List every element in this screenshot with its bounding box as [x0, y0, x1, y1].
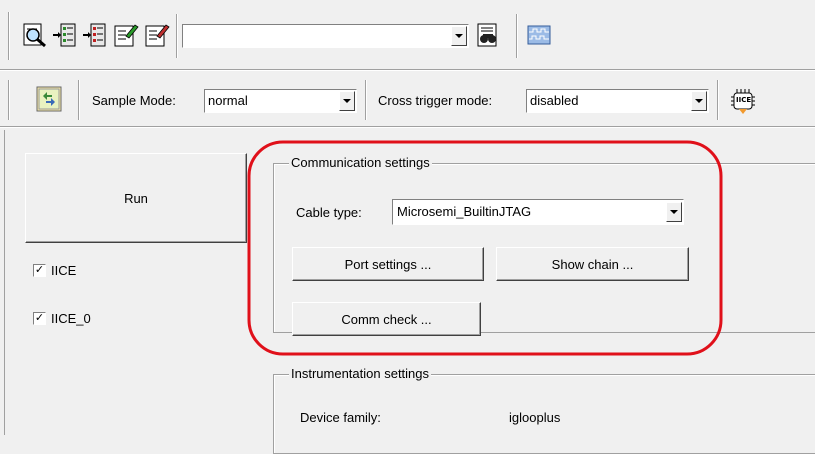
- toolbar-separator: [78, 80, 80, 120]
- remove-instrument-icon[interactable]: [82, 22, 108, 48]
- search-combo[interactable]: [182, 24, 469, 48]
- instrumentation-settings-title: Instrumentation settings: [289, 366, 432, 381]
- chevron-down-icon[interactable]: [451, 26, 467, 46]
- toolbar-separator: [8, 80, 10, 120]
- sample-mode-value: normal: [208, 93, 248, 108]
- toolbar-separator: [176, 14, 178, 58]
- run-button-label: Run: [124, 190, 148, 206]
- checkmark-icon: ✓: [34, 312, 45, 324]
- iice-chip-label: IICE: [736, 96, 752, 104]
- cross-trigger-select[interactable]: disabled: [526, 89, 709, 113]
- highlight-outline: [247, 140, 723, 356]
- sampling-toolbar: Sample Mode: normal Cross trigger mode: …: [0, 72, 815, 128]
- cross-trigger-value: disabled: [530, 93, 579, 108]
- iice-0-checkbox-label: IICE_0: [51, 311, 91, 326]
- edit-trigger-icon[interactable]: [113, 22, 139, 48]
- iice-checkbox[interactable]: ✓: [33, 264, 46, 277]
- run-button[interactable]: Run: [25, 153, 247, 243]
- waveform-icon[interactable]: [526, 22, 552, 48]
- open-file-icon[interactable]: [22, 22, 48, 48]
- add-instrument-icon[interactable]: [52, 22, 78, 48]
- toolbar-separator: [717, 80, 719, 120]
- iice-checkbox-label: IICE: [51, 263, 77, 278]
- sampling-bottom-divider: [0, 126, 815, 128]
- sample-mode-select[interactable]: normal: [204, 89, 357, 113]
- cross-trigger-label: Cross trigger mode:: [378, 93, 493, 108]
- iice-0-checkbox[interactable]: ✓: [33, 312, 46, 325]
- chevron-down-icon[interactable]: [339, 91, 355, 111]
- checkmark-icon: ✓: [34, 264, 45, 276]
- chevron-down-icon[interactable]: [691, 91, 707, 111]
- sample-mode-label: Sample Mode:: [92, 93, 176, 108]
- toolbar-bottom-divider: [0, 69, 815, 71]
- top-toolbar: [0, 0, 815, 71]
- sampling-options-icon[interactable]: [36, 86, 62, 112]
- device-family-value: iglooplus: [509, 410, 561, 425]
- find-icon[interactable]: [475, 22, 501, 48]
- edit-watch-icon[interactable]: [144, 22, 170, 48]
- device-family-label: Device family:: [300, 410, 381, 425]
- left-border-line: [4, 130, 5, 435]
- iice-chip-icon[interactable]: IICE: [728, 86, 758, 116]
- toolbar-separator: [516, 14, 518, 58]
- toolbar-separator: [365, 80, 367, 120]
- toolbar-separator: [8, 12, 10, 60]
